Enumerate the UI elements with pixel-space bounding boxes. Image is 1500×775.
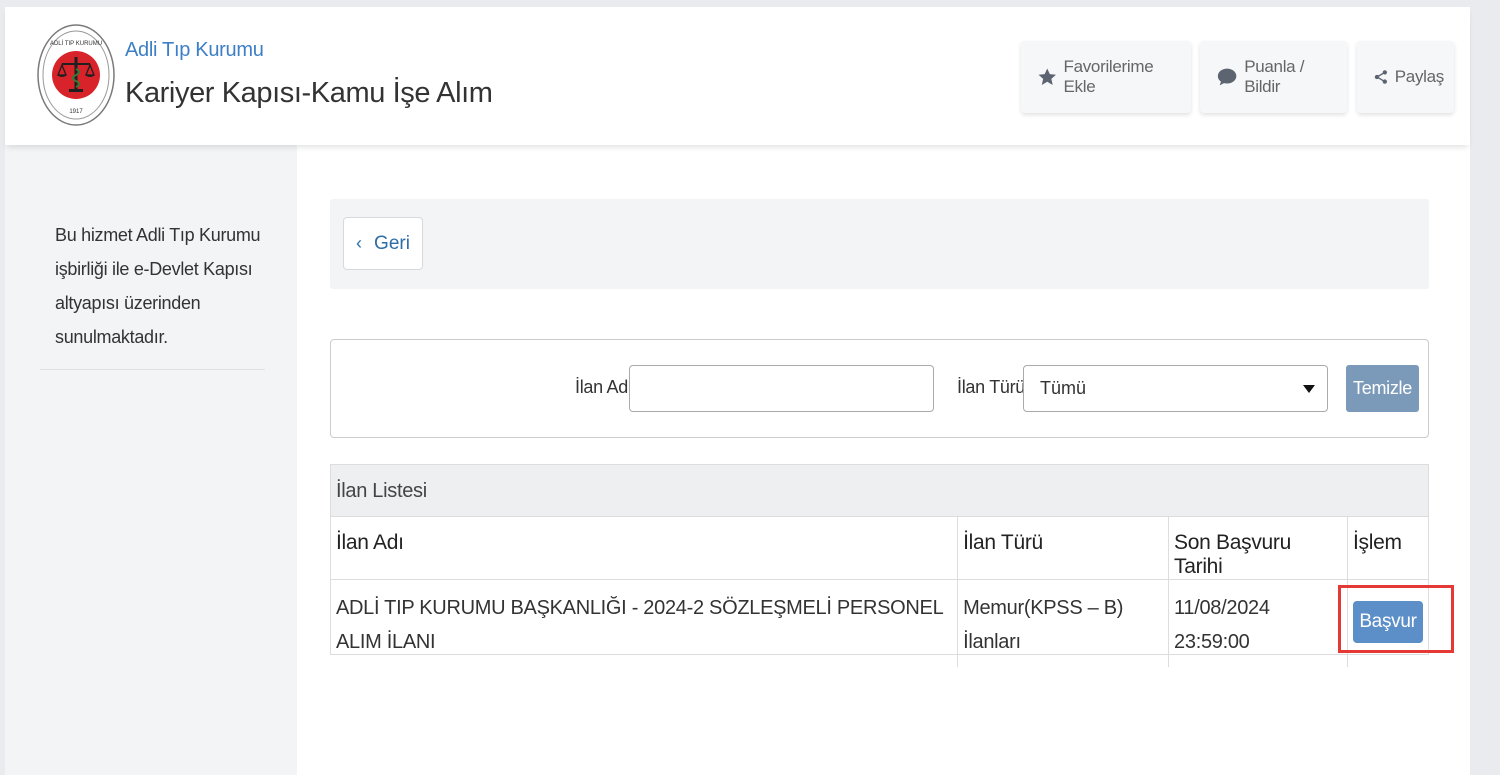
share-label: Paylaş	[1394, 67, 1445, 86]
speech-bubble-icon	[1217, 68, 1237, 86]
add-to-favorites-label: Favorilerime Ekle	[1063, 57, 1154, 96]
chevron-left-icon: ‹	[356, 233, 363, 253]
column-header-action: İşlem	[1347, 517, 1428, 580]
column-header-type: İlan Türü	[957, 517, 1170, 580]
listing-type-cell: Memur(KPSS – B) İlanları	[957, 579, 1170, 667]
service-description: Bu hizmet Adli Tıp Kurumu işbirliği ile …	[55, 225, 261, 347]
table-row: ADLİ TIP KURUMU BAŞKANLIĞI - 2024-2 SÖZL…	[331, 579, 1428, 667]
listing-name-input[interactable]	[629, 365, 934, 412]
listing-deadline-cell: 11/08/2024 23:59:00	[1168, 579, 1348, 667]
filter-panel: İlan Adı İlan Türü Tümü Temizle	[330, 339, 1429, 438]
listing-type-selected: Tümü	[1040, 378, 1087, 398]
listing-table-panel: İlan Listesi İlan Adı İlan Türü Son Başv…	[330, 464, 1429, 667]
add-to-favorites-button[interactable]: Favorilerime Ekle	[1021, 41, 1191, 113]
listing-name-cell: ADLİ TIP KURUMU BAŞKANLIĞI - 2024-2 SÖZL…	[331, 579, 959, 667]
rate-report-label: Puanla / Bildir	[1244, 57, 1305, 96]
header: ADLİ TIP KURUMU 1917 Adli Tıp Kurumu Kar…	[5, 7, 1470, 145]
back-bar: ‹ Geri	[330, 199, 1429, 289]
share-button[interactable]: Paylaş	[1357, 41, 1454, 113]
listing-type-label: İlan Türü	[957, 377, 1026, 397]
back-label: Geri	[374, 232, 410, 254]
rate-report-button[interactable]: Puanla / Bildir	[1200, 41, 1347, 113]
page-title: Kariyer Kapısı-Kamu İşe Alım	[125, 77, 493, 109]
listing-action-cell: Başvur	[1347, 580, 1428, 667]
listing-type-select[interactable]: Tümü	[1023, 365, 1328, 412]
institution-logo: ADLİ TIP KURUMU 1917	[36, 23, 116, 127]
column-header-name: İlan Adı	[331, 517, 959, 580]
listing-name-label: İlan Adı	[575, 377, 633, 397]
share-icon	[1374, 70, 1387, 84]
column-header-deadline: Son Başvuru Tarihi	[1168, 517, 1348, 580]
apply-button[interactable]: Başvur	[1352, 601, 1423, 643]
table-header-row: İlan Adı İlan Türü Son Başvuru Tarihi İş…	[331, 517, 1428, 580]
back-button[interactable]: ‹ Geri	[343, 217, 423, 270]
sidebar-divider	[40, 369, 265, 370]
logo-top-text: ADLİ TIP KURUMU	[50, 40, 102, 47]
star-icon	[1038, 68, 1056, 85]
caret-down-icon	[1303, 385, 1315, 393]
clear-button[interactable]: Temizle	[1346, 365, 1419, 412]
institution-name[interactable]: Adli Tıp Kurumu	[125, 39, 264, 62]
logo-year-text: 1917	[69, 109, 83, 115]
sidebar: Bu hizmet Adli Tıp Kurumu işbirliği ile …	[5, 145, 297, 775]
seal-icon: ADLİ TIP KURUMU 1917	[37, 24, 115, 126]
listing-table: İlan Adı İlan Türü Son Başvuru Tarihi İş…	[331, 517, 1428, 667]
listing-table-title: İlan Listesi	[331, 465, 1428, 517]
